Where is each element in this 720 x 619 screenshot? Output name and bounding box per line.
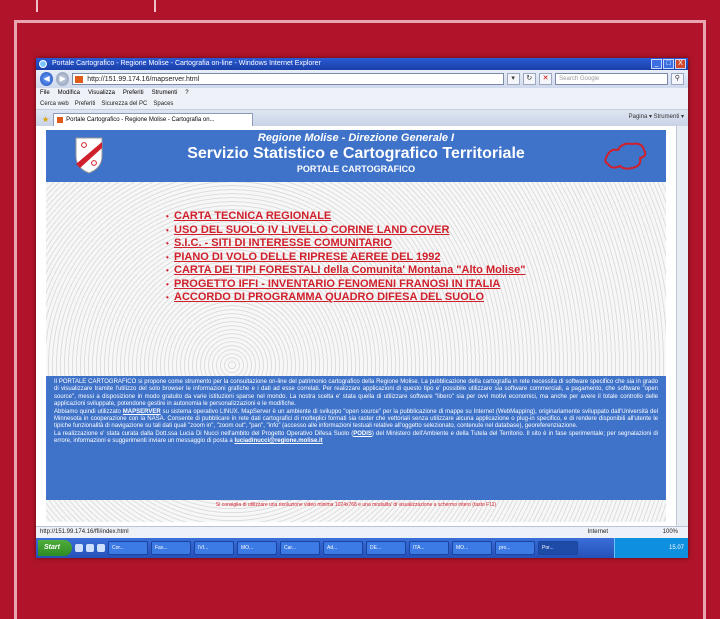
link-progetto-iffi[interactable]: • PROGETTO IFFI - INVENTARIO FENOMENI FRA… bbox=[166, 278, 606, 292]
refresh-button[interactable]: ↻ bbox=[522, 73, 536, 85]
links-sicurezza[interactable]: Sicurezza del PC bbox=[101, 98, 147, 109]
info-panel: Il PORTALE CARTOGRAFICO si propone come … bbox=[46, 376, 666, 500]
window-titlebar: Portale Cartografico - Regione Molise - … bbox=[36, 58, 688, 70]
quicklaunch-icon[interactable] bbox=[75, 544, 83, 552]
menu-bar: File Modifica Visualizza Preferiti Strum… bbox=[36, 88, 688, 98]
taskbar-item[interactable]: pro... bbox=[495, 541, 535, 555]
page-viewport: Regione Molise - Direzione Generale I Se… bbox=[36, 126, 676, 526]
page-header: Regione Molise - Direzione Generale I Se… bbox=[46, 130, 666, 182]
info-paragraph-2a: Abbiamo quindi utilizzato bbox=[54, 408, 123, 415]
menu-file[interactable]: File bbox=[40, 88, 50, 98]
minimize-button[interactable]: _ bbox=[651, 59, 662, 69]
close-button[interactable]: X bbox=[675, 59, 686, 69]
status-zone: Internet bbox=[587, 529, 608, 535]
status-url: http://151.99.174.16/ffi/index.html bbox=[40, 529, 129, 535]
header-line2: Servizio Statistico e Cartografico Terri… bbox=[187, 145, 525, 162]
taskbar-item-active[interactable]: Por... bbox=[538, 541, 578, 555]
link-piano-di-volo[interactable]: • PIANO DI VOLO DELLE RIPRESE AEREE DEL 1… bbox=[166, 251, 606, 265]
quicklaunch-icon[interactable] bbox=[97, 544, 105, 552]
links-bar: Cerca web Preferiti Sicurezza del PC Spa… bbox=[36, 98, 688, 110]
link-accordo-programma[interactable]: • ACCORDO DI PROGRAMMA QUADRO DIFESA DEL … bbox=[166, 291, 606, 305]
search-input[interactable]: Search Google bbox=[555, 73, 668, 85]
ie-logo-icon bbox=[39, 60, 47, 68]
windows-taskbar: Start Cor... Fax... IVI... MO... Car... … bbox=[36, 538, 688, 558]
taskbar-item[interactable]: Car... bbox=[280, 541, 320, 555]
system-tray-clock: 15.07 bbox=[614, 538, 688, 558]
url-text: http://151.99.174.16/mapserver.html bbox=[87, 76, 200, 83]
link-tipi-forestali[interactable]: • CARTA DEI TIPI FORESTALI della Comunita… bbox=[166, 264, 606, 278]
stop-button[interactable]: ✕ bbox=[538, 73, 553, 85]
tab-favicon bbox=[57, 117, 64, 123]
link-carta-tecnica[interactable]: • CARTA TECNICA REGIONALE bbox=[166, 210, 606, 224]
header-line3: PORTALE CARTOGRAFICO bbox=[296, 164, 416, 174]
menu-visualizza[interactable]: Visualizza bbox=[88, 88, 115, 98]
menu-help[interactable]: ? bbox=[185, 88, 188, 98]
zoom-level[interactable]: 100% bbox=[663, 527, 678, 538]
link-uso-del-suolo[interactable]: • USO DEL SUOLO IV LIVELLO CORINE LAND CO… bbox=[166, 224, 606, 238]
site-favicon bbox=[75, 76, 84, 83]
status-bar: http://151.99.174.16/ffi/index.html Inte… bbox=[36, 526, 688, 538]
info-paragraph-1: Il PORTALE CARTOGRAFICO si propone come … bbox=[54, 379, 658, 408]
mapserver-link[interactable]: MAPSERVER bbox=[123, 409, 161, 415]
back-button[interactable]: ◀ bbox=[40, 72, 54, 86]
menu-preferiti[interactable]: Preferiti bbox=[123, 88, 144, 98]
email-link[interactable]: luciadinucci@regione.molise.it bbox=[234, 438, 322, 444]
tab-bar: ★ Portale Cartografico - Regione Molise … bbox=[36, 110, 688, 126]
podis-link[interactable]: PODIS bbox=[353, 431, 372, 437]
window-controls: _ □ X bbox=[651, 59, 686, 69]
resolution-hint: Si consiglia di utilizzare una risoluzio… bbox=[215, 502, 497, 508]
taskbar-item[interactable]: DE... bbox=[366, 541, 406, 555]
vertical-scrollbar[interactable] bbox=[676, 126, 688, 526]
taskbar-item[interactable]: IVI... bbox=[194, 541, 234, 555]
window-title: Portale Cartografico - Regione Molise - … bbox=[52, 60, 321, 67]
taskbar-item[interactable]: Ad... bbox=[323, 541, 363, 555]
command-bar[interactable]: Pagina ▾ Strumenti ▾ bbox=[629, 113, 684, 120]
forward-button[interactable]: ▶ bbox=[56, 72, 70, 86]
map-links-list: • CARTA TECNICA REGIONALE • USO DEL SUOLO … bbox=[166, 210, 606, 305]
maximize-button[interactable]: □ bbox=[663, 59, 674, 69]
menu-strumenti[interactable]: Strumenti bbox=[152, 88, 178, 98]
frame-edge-right bbox=[154, 0, 156, 12]
links-preferiti[interactable]: Preferiti bbox=[75, 98, 96, 109]
taskbar-item[interactable]: Fax... bbox=[151, 541, 191, 555]
molise-region-map-icon bbox=[604, 142, 647, 170]
quicklaunch-icon[interactable] bbox=[86, 544, 94, 552]
header-line1: Regione Molise - Direzione Generale I bbox=[257, 132, 455, 144]
favorites-star-icon[interactable]: ★ bbox=[42, 113, 49, 126]
start-button[interactable]: Start bbox=[38, 540, 72, 556]
dropdown-button[interactable]: ▾ bbox=[506, 73, 520, 85]
links-spaces[interactable]: Spaces bbox=[153, 98, 173, 109]
frame-edge-left bbox=[36, 0, 38, 12]
link-sic[interactable]: • S.I.C. - SITI DI INTERESSE COMUNITARIO bbox=[166, 237, 606, 251]
tab-portale[interactable]: Portale Cartografico - Regione Molise - … bbox=[53, 113, 254, 126]
address-bar: ◀ ▶ http://151.99.174.16/mapserver.html … bbox=[36, 70, 688, 88]
taskbar-item[interactable]: Cor... bbox=[108, 541, 148, 555]
taskbar-item[interactable]: MO... bbox=[237, 541, 277, 555]
search-icon[interactable]: ⚲ bbox=[670, 73, 684, 85]
browser-screenshot: Portale Cartografico - Regione Molise - … bbox=[36, 58, 688, 558]
links-cerca-web[interactable]: Cerca web bbox=[40, 98, 69, 109]
info-paragraph-3a: La realizzazione e' stata curata dalla D… bbox=[54, 430, 354, 437]
taskbar-item[interactable]: MO... bbox=[452, 541, 492, 555]
web-page: Regione Molise - Direzione Generale I Se… bbox=[46, 130, 666, 522]
taskbar-item[interactable]: ITA... bbox=[409, 541, 449, 555]
tab-label: Portale Cartografico - Regione Molise - … bbox=[66, 117, 215, 123]
url-input[interactable]: http://151.99.174.16/mapserver.html bbox=[72, 73, 504, 85]
menu-modifica[interactable]: Modifica bbox=[58, 88, 80, 98]
